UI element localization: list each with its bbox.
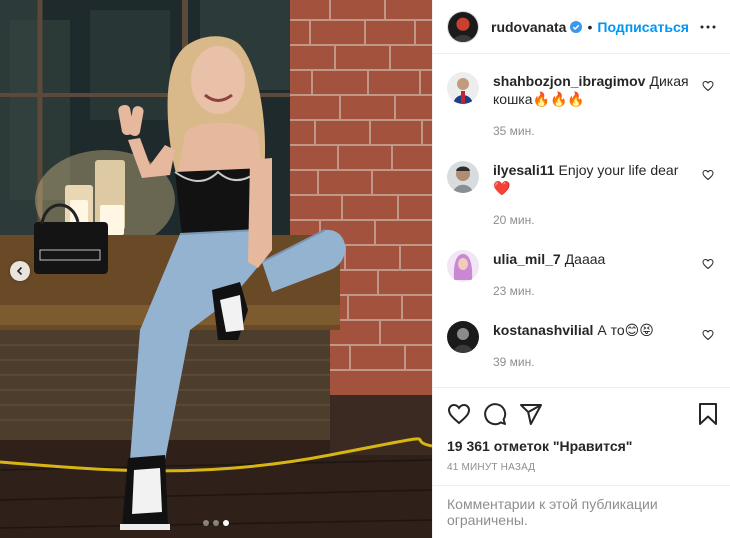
instagram-post: rudovanata • Подписаться shahbozjon_ibra — [0, 0, 730, 538]
carousel-dot-active — [223, 520, 229, 526]
post-side-panel: rudovanata • Подписаться shahbozjon_ibra — [432, 0, 730, 538]
comment-time[interactable]: 39 мин. — [493, 353, 692, 371]
comment-heart-icon[interactable] — [702, 258, 714, 270]
comment-icon[interactable] — [483, 402, 507, 426]
post-image — [0, 0, 432, 538]
comment-heart-icon[interactable] — [702, 169, 714, 181]
author-avatar[interactable] — [447, 10, 479, 43]
comment-time[interactable]: 23 мин. — [493, 282, 692, 300]
comment-heart-icon[interactable] — [702, 329, 714, 341]
comment-username[interactable]: kostanashvilial — [493, 322, 593, 338]
comment-time[interactable]: 20 мин. — [493, 211, 692, 229]
comment-item: ilyesali11 Enjoy your life dear ❤️ 20 мин… — [447, 161, 714, 229]
likes-count[interactable]: 19 361 отметок "Нравится" — [447, 438, 720, 454]
post-timestamp[interactable]: 41 минут назад — [447, 462, 720, 473]
comment-item: shahbozjon_ibragimov Дикая кошка🔥🔥🔥 35 ми… — [447, 72, 714, 140]
comments-list: shahbozjon_ibragimov Дикая кошка🔥🔥🔥 35 ми… — [433, 54, 730, 387]
header-separator: • — [587, 18, 593, 35]
carousel-dot — [203, 520, 209, 526]
chevron-left-icon — [16, 266, 23, 276]
commenter-avatar[interactable] — [447, 72, 479, 104]
comment-time[interactable]: 35 мин. — [493, 122, 692, 140]
commenter-avatar[interactable] — [447, 161, 479, 193]
post-header: rudovanata • Подписаться — [433, 0, 730, 54]
commenter-avatar[interactable] — [447, 321, 479, 353]
comment-item: ulia_mil_7 Даааа 23 мин. — [447, 250, 714, 300]
comment-username[interactable]: shahbozjon_ibragimov — [493, 73, 645, 89]
commenter-avatar[interactable] — [447, 250, 479, 282]
action-icons-bar — [447, 394, 720, 434]
follow-button[interactable]: Подписаться — [597, 19, 689, 35]
comment-heart-icon[interactable] — [702, 80, 714, 92]
carousel-prev-button[interactable] — [10, 261, 30, 281]
comment-text: А то😊😝 — [597, 322, 654, 338]
author-username[interactable]: rudovanata — [491, 19, 566, 35]
more-options-button[interactable] — [700, 19, 716, 35]
comment-item: kostanashvilial А то😊😝 39 мин. — [447, 321, 714, 371]
comment-username[interactable]: ulia_mil_7 — [493, 251, 561, 267]
post-actions: 19 361 отметок "Нравится" 41 минут назад — [433, 387, 730, 473]
comment-text: Даааа — [564, 251, 606, 267]
more-options-icon — [700, 25, 716, 28]
heart-icon[interactable] — [447, 402, 471, 426]
post-photo[interactable] — [0, 0, 432, 538]
share-icon[interactable] — [519, 402, 543, 426]
comments-restricted-notice: Комментарии к этой публикации ограничены… — [433, 485, 730, 538]
carousel-indicator — [0, 520, 432, 526]
verified-badge-icon — [570, 20, 583, 33]
bookmark-icon[interactable] — [696, 402, 720, 426]
carousel-dot — [213, 520, 219, 526]
comment-username[interactable]: ilyesali11 — [493, 162, 555, 178]
